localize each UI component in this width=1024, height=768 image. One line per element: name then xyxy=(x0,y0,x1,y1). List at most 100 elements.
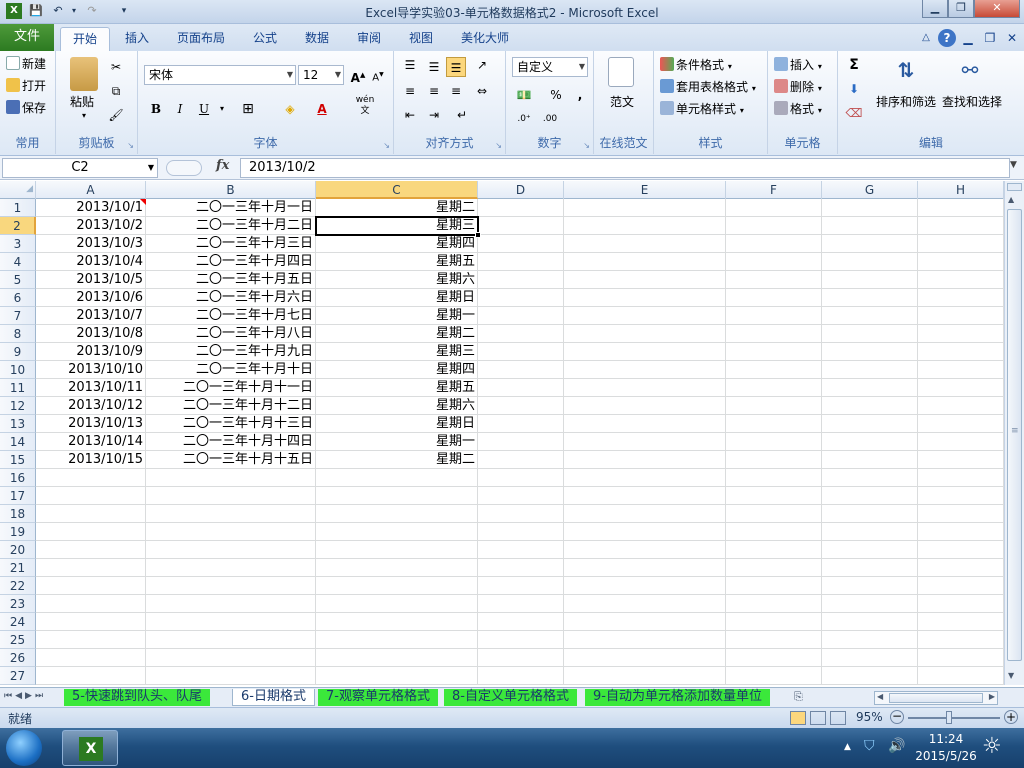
tab-review[interactable]: 审阅 xyxy=(350,27,388,51)
format-as-table-button[interactable]: 套用表格格式 ▾ xyxy=(660,78,756,95)
insert-sheet-icon[interactable]: ⎘ xyxy=(794,690,803,704)
row-header[interactable]: 17 xyxy=(0,487,36,505)
top-align-icon[interactable]: ☰ xyxy=(400,55,420,75)
scroll-down-icon[interactable]: ▼ xyxy=(1008,671,1014,680)
scroll-right-icon[interactable]: ▶ xyxy=(989,692,995,701)
cell-b11[interactable]: 二〇一三年十月十一日 xyxy=(146,379,315,397)
scroll-up-icon[interactable]: ▲ xyxy=(1008,195,1014,204)
start-button-icon[interactable] xyxy=(6,730,42,766)
row-header[interactable]: 22 xyxy=(0,577,36,595)
row-header[interactable]: 3 xyxy=(0,235,36,253)
tab-data[interactable]: 数据 xyxy=(298,27,336,51)
row-header[interactable]: 7 xyxy=(0,307,36,325)
orientation-icon[interactable]: ↗ xyxy=(472,55,492,75)
row-header[interactable]: 12 xyxy=(0,397,36,415)
column-header-b[interactable]: B xyxy=(146,181,316,199)
row-header[interactable]: 23 xyxy=(0,595,36,613)
page-break-view-icon[interactable] xyxy=(830,711,846,725)
sort-filter-icon[interactable]: ⇅ xyxy=(892,55,920,87)
merge-center-icon[interactable]: ⇔ xyxy=(472,81,492,101)
zoom-level[interactable]: 95% xyxy=(856,710,883,724)
normal-view-icon[interactable] xyxy=(790,711,806,725)
security-shield-icon[interactable]: ⛉ xyxy=(864,738,875,754)
cell-a2[interactable]: 2013/10/2 xyxy=(36,217,145,235)
cell-a15[interactable]: 2013/10/15 xyxy=(36,451,145,469)
sheet-tab-6-active[interactable]: 6-日期格式 xyxy=(232,689,315,706)
cell-c15[interactable]: 星期二 xyxy=(316,451,477,469)
scroll-left-icon[interactable]: ◀ xyxy=(877,692,883,701)
cell-a11[interactable]: 2013/10/11 xyxy=(36,379,145,397)
cut-icon[interactable]: ✂ xyxy=(106,57,126,77)
row-header[interactable]: 8 xyxy=(0,325,36,343)
binoculars-icon[interactable]: ⚯ xyxy=(956,55,984,87)
save-button[interactable]: 保存 xyxy=(6,99,46,116)
row-header[interactable]: 4 xyxy=(0,253,36,271)
cell-b5[interactable]: 二〇一三年十月五日 xyxy=(146,271,315,289)
clock-date[interactable]: 2015/5/26 xyxy=(910,749,982,763)
cell-c13[interactable]: 星期日 xyxy=(316,415,477,433)
template-document-icon[interactable] xyxy=(608,57,634,87)
border-icon[interactable]: ⊞ xyxy=(238,99,258,119)
file-tab[interactable]: 文件 xyxy=(0,24,54,51)
cell-b7[interactable]: 二〇一三年十月七日 xyxy=(146,307,315,325)
sheet-tab-7[interactable]: 7-观察单元格格式 xyxy=(318,689,438,706)
cell-c5[interactable]: 星期六 xyxy=(316,271,477,289)
tab-beautify[interactable]: 美化大师 xyxy=(454,27,516,51)
tab-home[interactable]: 开始 xyxy=(60,27,110,51)
open-button[interactable]: 打开 xyxy=(6,77,46,94)
show-hidden-icons-icon[interactable]: ▲ xyxy=(844,742,851,752)
page-layout-view-icon[interactable] xyxy=(810,711,826,725)
cell-b10[interactable]: 二〇一三年十月十日 xyxy=(146,361,315,379)
number-launcher-icon[interactable]: ↘ xyxy=(583,141,590,150)
row-header[interactable]: 16 xyxy=(0,469,36,487)
cell-a3[interactable]: 2013/10/3 xyxy=(36,235,145,253)
format-painter-icon[interactable]: 🖌 xyxy=(106,105,126,125)
close-button[interactable]: ✕ xyxy=(974,0,1020,18)
cell-c3[interactable]: 星期四 xyxy=(316,235,477,253)
cell-b12[interactable]: 二〇一三年十月十二日 xyxy=(146,397,315,415)
cell-b8[interactable]: 二〇一三年十月八日 xyxy=(146,325,315,343)
tab-insert[interactable]: 插入 xyxy=(118,27,156,51)
workbook-minimize-icon[interactable]: ▁ xyxy=(960,27,976,51)
underline-button[interactable]: U xyxy=(194,99,214,119)
middle-align-icon[interactable]: ☰ xyxy=(424,57,444,77)
cell-c9[interactable]: 星期三 xyxy=(316,343,477,361)
row-header[interactable]: 19 xyxy=(0,523,36,541)
comment-indicator-icon[interactable] xyxy=(140,199,146,205)
sheet-nav-arrows-icon[interactable]: ⏮◀▶⏭ xyxy=(4,691,46,701)
weather-icon[interactable]: ☼ xyxy=(982,734,1002,759)
new-button[interactable]: 新建 xyxy=(6,55,46,72)
phonetic-button[interactable]: wén 文 xyxy=(352,95,378,116)
autosum-button[interactable]: Σ xyxy=(844,55,864,75)
fill-color-icon[interactable]: ◈ xyxy=(280,99,300,119)
row-header[interactable]: 25 xyxy=(0,631,36,649)
cell-c12[interactable]: 星期六 xyxy=(316,397,477,415)
find-select-button[interactable]: 查找和选择 xyxy=(942,93,1002,110)
cell-c7[interactable]: 星期一 xyxy=(316,307,477,325)
zoom-slider-thumb[interactable] xyxy=(946,711,952,724)
cell-c6[interactable]: 星期日 xyxy=(316,289,477,307)
paste-button[interactable]: 粘贴 xyxy=(70,93,94,110)
column-header-h[interactable]: H xyxy=(918,181,1004,199)
increase-decimal-icon[interactable]: .0⁺ xyxy=(514,109,534,129)
cell-a8[interactable]: 2013/10/8 xyxy=(36,325,145,343)
tab-formulas[interactable]: 公式 xyxy=(246,27,284,51)
row-header[interactable]: 21 xyxy=(0,559,36,577)
split-handle[interactable] xyxy=(1007,183,1022,191)
vertical-scroll-thumb[interactable]: ≡ xyxy=(1007,209,1022,661)
sheet-tab-8[interactable]: 8-自定义单元格格式 xyxy=(444,689,577,706)
clear-icon[interactable]: ⌫ xyxy=(844,103,864,123)
workbook-restore-icon[interactable]: ❐ xyxy=(982,27,998,51)
font-name-combo[interactable]: 宋体 ▼ xyxy=(144,65,296,85)
cell-a5[interactable]: 2013/10/5 xyxy=(36,271,145,289)
cell-b3[interactable]: 二〇一三年十月三日 xyxy=(146,235,315,253)
conditional-format-button[interactable]: 条件格式 ▾ xyxy=(660,56,732,73)
format-cells-button[interactable]: 格式 ▾ xyxy=(774,100,822,117)
minimize-button[interactable]: ▁ xyxy=(922,0,948,18)
row-header[interactable]: 5 xyxy=(0,271,36,289)
align-center-icon[interactable]: ≡ xyxy=(424,81,444,101)
cell-styles-button[interactable]: 单元格样式 ▾ xyxy=(660,100,744,117)
cell-b6[interactable]: 二〇一三年十月六日 xyxy=(146,289,315,307)
cell-b2[interactable]: 二〇一三年十月二日 xyxy=(146,217,315,235)
font-size-combo[interactable]: 12 ▼ xyxy=(298,65,344,85)
